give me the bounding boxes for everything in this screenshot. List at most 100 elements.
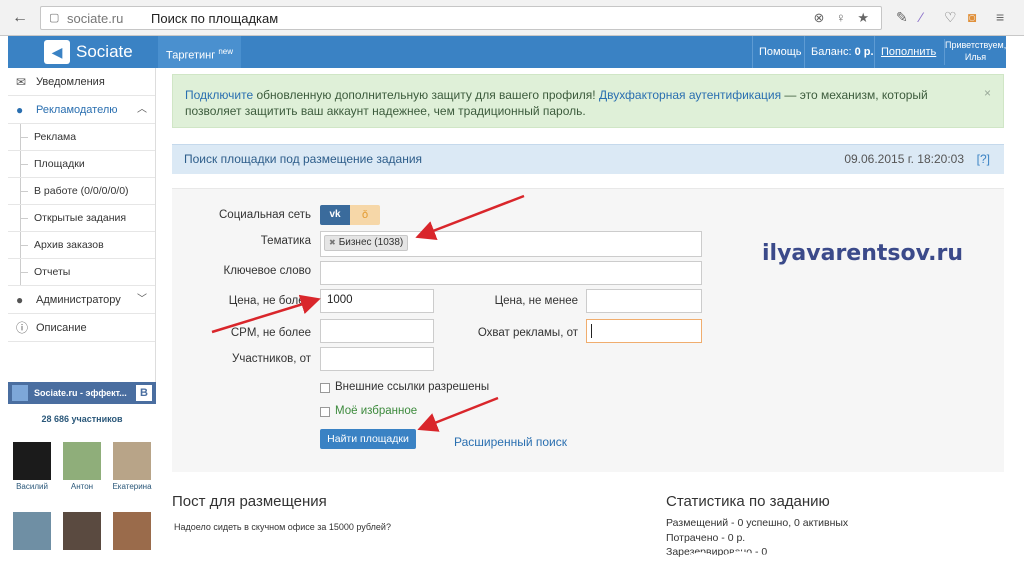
shield-icon[interactable]: ♡ <box>944 9 957 26</box>
info-icon: ⓘ <box>16 321 29 335</box>
members-label: Участников, от <box>232 353 311 365</box>
sidebar-subitem-reports[interactable]: Отчеты <box>8 259 155 286</box>
sidebar-item-label: Уведомления <box>36 76 105 88</box>
favorites-checkbox[interactable] <box>320 407 330 417</box>
page-icon: ▢ <box>49 12 60 24</box>
external-links-label[interactable]: Внешние ссылки разрешены <box>335 381 489 393</box>
user-greeting[interactable]: Приветствуем, Илья <box>944 39 1006 65</box>
vk-toggle[interactable]: vk <box>320 205 350 225</box>
watermark: ilyavarentsov.ru <box>762 241 964 266</box>
balance-label: Баланс: <box>811 46 852 58</box>
sidebar-item-advertiser[interactable]: ● Рекламодателю ︿ <box>8 96 155 124</box>
user-name: Илья <box>964 52 987 62</box>
post-text: Надоело сидеть в скучном офисе за 15000 … <box>174 522 391 532</box>
text-caret <box>591 324 592 338</box>
sidebar-subitem-open-tasks[interactable]: Открытые задания <box>8 205 155 232</box>
topic-label: Тематика <box>260 235 311 247</box>
vk-person[interactable]: Василий <box>12 442 52 491</box>
targeting-label: Таргетинг <box>166 49 216 62</box>
sidebar-subitem-archive[interactable]: Архив заказов <box>8 232 155 259</box>
search-form: Социальная сеть vk ǒ Тематика ✖ Бизнес (1… <box>172 188 1004 472</box>
price-max-input[interactable]: 1000 <box>320 289 434 313</box>
advanced-search-link[interactable]: Расширенный поиск <box>454 435 567 449</box>
menu-icon[interactable]: ≡ <box>996 9 1004 25</box>
user-icon: ● <box>16 103 24 117</box>
two-factor-link[interactable]: Двухфакторная аутентификация <box>599 88 781 102</box>
topup-link[interactable]: Пополнить <box>874 36 942 68</box>
vk-person[interactable]: Антон <box>62 442 102 491</box>
favorites-label[interactable]: Моё избранное <box>335 405 417 417</box>
torn-edge <box>0 551 1024 567</box>
reach-input[interactable] <box>586 319 702 343</box>
addon-icon[interactable]: ◙ <box>968 9 976 25</box>
ok-toggle[interactable]: ǒ <box>350 205 380 225</box>
address-bar[interactable]: ▢ sociate.ru Поиск по площадкам ⊗ ♀ ★ <box>40 6 882 30</box>
vk-group-widget: Sociate.ru - эффект... B 28 686 участник… <box>8 382 156 567</box>
datetime: 09.06.2015 г. 18:20:03 <box>844 152 964 166</box>
sidebar: ✉ Уведомления ● Рекламодателю ︿ Реклама … <box>8 68 156 567</box>
keyword-label: Ключевое слово <box>223 265 312 277</box>
avatar <box>13 442 51 480</box>
back-arrow-icon[interactable]: ← <box>12 9 28 27</box>
balance-value: 0 р. <box>854 46 874 58</box>
sidebar-item-admin[interactable]: ● Администратору ﹀ <box>8 286 155 314</box>
connect-link[interactable]: Подключите <box>185 88 253 102</box>
user-icon: ● <box>16 293 24 307</box>
keyword-input[interactable] <box>320 261 702 285</box>
bookmark-star-icon[interactable]: ⊗ ♀ ★ <box>813 10 873 26</box>
vk-person[interactable] <box>12 512 52 552</box>
price-max-label: Цена, не более <box>228 295 311 307</box>
page-title: Поиск площадки под размещение задания <box>184 152 423 166</box>
browser-toolbar: ← ▢ sociate.ru Поиск по площадкам ⊗ ♀ ★ … <box>0 0 1024 36</box>
extension-icon[interactable]: ✎ <box>896 9 908 26</box>
vk-person-name: Екатерина <box>112 482 152 491</box>
sidebar-item-label: Администратору <box>36 294 121 306</box>
stats-placements: Размещений - 0 успешно, 0 активных <box>666 517 849 529</box>
security-alert: Подключите обновленную дополнительную за… <box>172 74 1004 128</box>
cpm-input[interactable] <box>320 319 434 343</box>
group-avatar <box>12 385 28 401</box>
sidebar-item-notifications[interactable]: ✉ Уведомления <box>8 68 155 96</box>
chevron-up-icon: ︿ <box>137 104 147 115</box>
vk-person[interactable] <box>112 512 152 552</box>
members-input[interactable] <box>320 347 434 371</box>
vk-person[interactable]: Екатерина <box>112 442 152 491</box>
vk-logo-icon: B <box>136 385 152 401</box>
stats-section-title: Статистика по заданию <box>666 493 830 510</box>
avatar <box>13 512 51 550</box>
targeting-link[interactable]: Таргетинг new <box>158 36 242 68</box>
reach-label: Охват рекламы, от <box>477 327 578 339</box>
cpm-label: CPM, не более <box>230 327 311 339</box>
sidebar-subitem-ads[interactable]: Реклама <box>8 124 155 151</box>
vk-group-name: Sociate.ru - эффект... <box>34 388 127 398</box>
topic-tag-label: Бизнес (1038) <box>338 237 404 248</box>
avatar <box>113 442 151 480</box>
find-platforms-button[interactable]: Найти площадки <box>320 429 416 449</box>
tab-title: Поиск по площадкам <box>151 11 279 26</box>
url-text: sociate.ru <box>67 11 124 26</box>
price-min-input[interactable] <box>586 289 702 313</box>
vk-person[interactable] <box>62 512 102 552</box>
external-links-checkbox[interactable] <box>320 383 330 393</box>
help-link[interactable]: [?] <box>977 145 990 173</box>
logo[interactable]: ◀ Sociate <box>8 36 156 68</box>
megaphone-icon: ◀ <box>44 40 70 64</box>
alert-text: обновленную дополнительную защиту для ва… <box>253 88 599 102</box>
post-section-title: Пост для размещения <box>172 493 327 510</box>
vk-person-name: Антон <box>70 482 94 491</box>
sidebar-subitem-in-work[interactable]: В работе (0/0/0/0/0) <box>8 178 155 205</box>
stats-spent: Потрачено - 0 р. <box>666 532 746 544</box>
envelope-icon: ✉ <box>16 75 27 89</box>
topic-tag[interactable]: ✖ Бизнес (1038) <box>324 235 409 251</box>
sidebar-subitem-platforms[interactable]: Площадки <box>8 151 155 178</box>
sidebar-item-description[interactable]: ⓘ Описание <box>8 314 155 342</box>
price-min-label: Цена, не менее <box>494 295 578 307</box>
close-icon[interactable]: × <box>984 85 991 101</box>
feather-icon[interactable]: ⁄ <box>920 9 922 25</box>
help-link[interactable]: Помощь <box>752 36 808 68</box>
remove-tag-icon[interactable]: ✖ <box>329 238 336 247</box>
chevron-down-icon: ﹀ <box>137 294 147 305</box>
new-badge: new <box>218 47 234 56</box>
sidebar-item-label: Описание <box>36 322 87 334</box>
vk-widget-header[interactable]: Sociate.ru - эффект... B <box>8 382 156 404</box>
